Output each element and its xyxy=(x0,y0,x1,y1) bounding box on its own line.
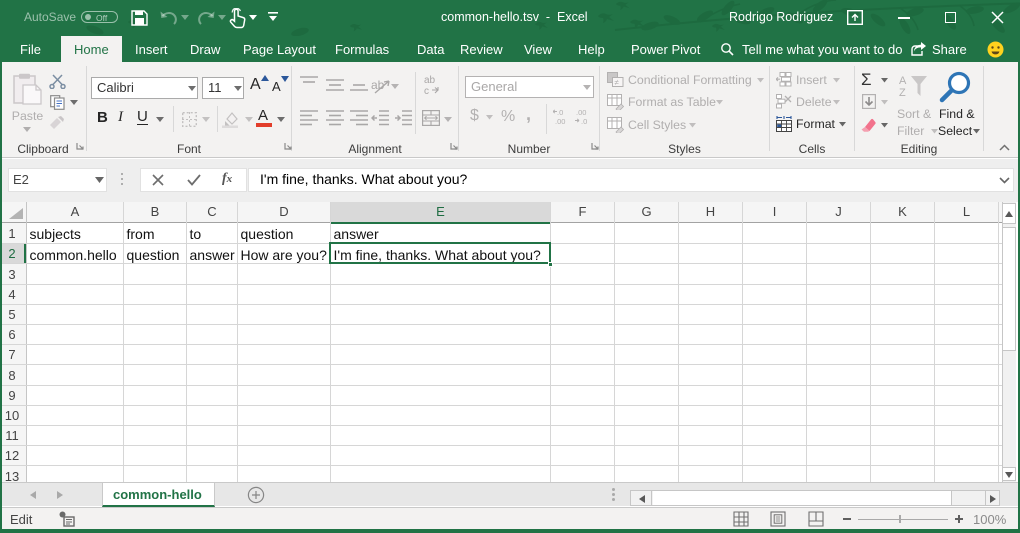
svg-text:.0: .0 xyxy=(581,117,587,125)
svg-text:c: c xyxy=(424,86,429,96)
svg-text:.00: .00 xyxy=(555,117,565,125)
svg-text:.00: .00 xyxy=(576,108,586,117)
svg-text:.0: .0 xyxy=(557,108,563,117)
svg-text:ab: ab xyxy=(424,75,436,86)
svg-text:≠: ≠ xyxy=(615,78,620,87)
svg-text:A: A xyxy=(899,75,907,87)
svg-text:Z: Z xyxy=(899,87,906,98)
